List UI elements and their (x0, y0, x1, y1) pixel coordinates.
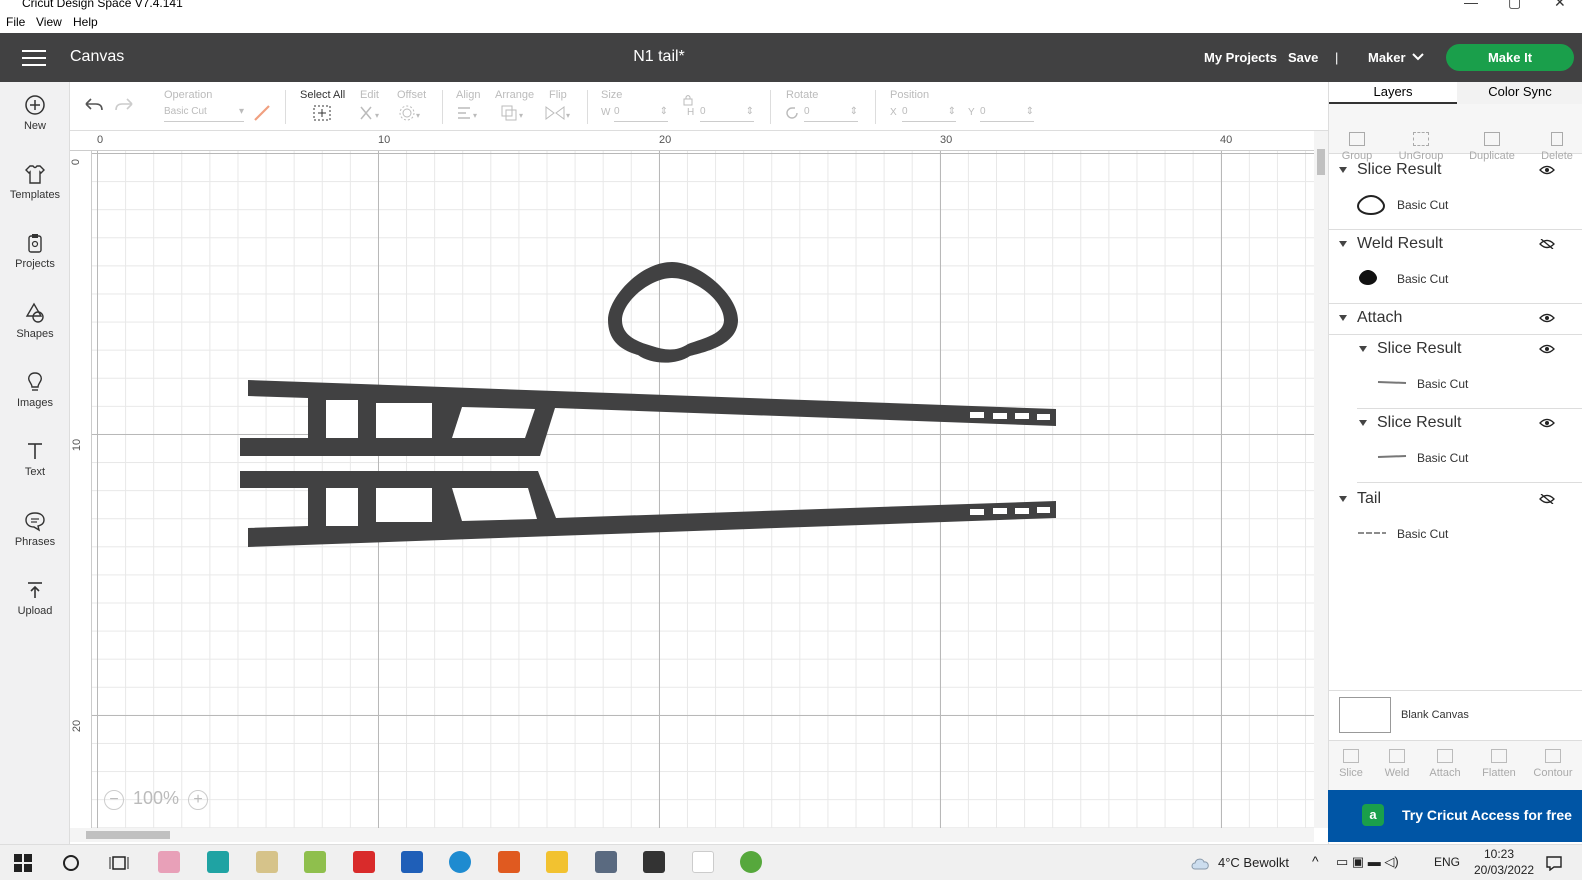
blank-canvas-thumbnail (1339, 697, 1391, 733)
header-divider: | (1335, 50, 1339, 65)
eye-icon[interactable] (1539, 344, 1555, 354)
language-indicator[interactable]: ENG (1434, 855, 1460, 869)
collapse-caret-icon[interactable] (1339, 241, 1347, 247)
clock-date[interactable]: 20/03/2022 (1474, 863, 1534, 877)
edge-icon[interactable] (449, 851, 471, 873)
windows-taskbar: 4°C Bewolkt ^ ▭ ▣ ▬ ◁) ENG 10:23 20/03/2… (0, 844, 1582, 880)
layer-slice-result-nested[interactable]: Slice Result Basic Cut (1357, 335, 1582, 409)
chevron-down-icon[interactable] (1412, 53, 1424, 61)
layer-weld-result[interactable]: Weld Result Basic Cut (1329, 230, 1582, 304)
collapse-caret-icon[interactable] (1339, 167, 1347, 173)
eye-icon[interactable] (1539, 165, 1555, 175)
zoom-in-button[interactable]: + (188, 790, 209, 810)
attach-button[interactable]: Attach (1417, 749, 1473, 779)
cricut-app-icon[interactable] (692, 851, 714, 873)
app-icon[interactable] (304, 851, 326, 873)
store-icon[interactable] (401, 851, 423, 873)
cricut-access-banner[interactable]: a Try Cricut Access for free (1328, 790, 1582, 842)
layer-tail[interactable]: Tail Basic Cut (1329, 485, 1582, 559)
layer-operation: Basic Cut (1397, 527, 1449, 541)
layer-operation: Basic Cut (1417, 377, 1469, 391)
canvas-background-row[interactable]: Blank Canvas (1329, 690, 1582, 740)
close-icon[interactable]: ✕ (1554, 0, 1566, 11)
layer-slice-result[interactable]: Slice Result Basic Cut (1329, 156, 1582, 230)
layer-title: Slice Result (1377, 414, 1462, 431)
layer-thumbnail-icon (1358, 532, 1386, 534)
layer-operation: Basic Cut (1417, 451, 1469, 465)
access-banner-text: Try Cricut Access for free (1402, 807, 1572, 823)
layer-title: Attach (1357, 309, 1403, 326)
app-icon[interactable] (643, 851, 665, 873)
search-icon[interactable] (62, 854, 80, 872)
layer-operation: Basic Cut (1397, 272, 1449, 286)
tail-shape-upper[interactable] (240, 380, 1056, 456)
flatten-label: Flatten (1482, 767, 1516, 779)
layer-thumbnail-icon (1377, 381, 1407, 384)
eye-icon[interactable] (1539, 418, 1555, 428)
layer-title: Weld Result (1357, 235, 1443, 252)
minimize-icon[interactable]: — (1464, 0, 1478, 10)
slice-label: Slice (1339, 767, 1363, 779)
zoom-control: − 100% + (104, 788, 209, 812)
windows-start-icon[interactable] (14, 854, 32, 872)
vertical-scrollbar[interactable] (1314, 131, 1328, 828)
cricut-access-logo-icon: a (1362, 804, 1384, 826)
machine-selector[interactable]: Maker (1368, 50, 1406, 65)
eye-icon[interactable] (1539, 313, 1555, 323)
office-icon[interactable] (498, 851, 520, 873)
layer-title: Tail (1357, 490, 1382, 507)
layers-toolbar: Group UnGroup Duplicate Delete (1329, 104, 1582, 162)
layer-attach-group[interactable]: Attach (1329, 304, 1582, 334)
blank-canvas-label: Blank Canvas (1401, 709, 1469, 721)
acrobat-icon[interactable] (353, 851, 375, 873)
canvas-shapes (240, 262, 1056, 547)
layers-bottom-toolbar: Slice Weld Attach Flatten Contour (1329, 740, 1582, 790)
clock-time[interactable]: 10:23 (1484, 847, 1514, 861)
zoom-out-button[interactable]: − (104, 790, 124, 810)
tray-chevron-icon[interactable]: ^ (1312, 853, 1319, 869)
tab-layers[interactable]: Layers (1329, 82, 1457, 104)
app-icon[interactable] (595, 851, 617, 873)
attach-label: Attach (1429, 767, 1461, 779)
contour-button[interactable]: Contour (1525, 749, 1581, 779)
tail-shape-lower[interactable] (240, 471, 1056, 547)
layers-panel: Layers Color Sync Group UnGroup Duplicat… (1328, 82, 1582, 844)
app-f-icon[interactable] (207, 851, 229, 873)
layer-slice-result-nested[interactable]: Slice Result Basic Cut (1357, 409, 1582, 483)
collapse-caret-icon[interactable] (1359, 346, 1367, 352)
layer-thumbnail-icon (1377, 455, 1407, 458)
task-view-icon[interactable] (109, 854, 129, 872)
slice-result-shape[interactable] (608, 262, 738, 363)
zoom-level: 100% (133, 788, 180, 808)
layer-operation: Basic Cut (1397, 198, 1449, 212)
contour-label: Contour (1533, 767, 1573, 779)
eye-hidden-icon[interactable] (1539, 494, 1555, 504)
paint-app-icon[interactable] (158, 851, 180, 873)
notification-icon[interactable] (1546, 855, 1562, 871)
file-explorer-icon[interactable] (546, 851, 568, 873)
layer-title: Slice Result (1357, 161, 1442, 178)
layer-thumbnail-icon (1359, 270, 1377, 285)
palette-app-icon[interactable] (256, 851, 278, 873)
layer-title: Slice Result (1377, 340, 1462, 357)
weather-text: 4°C Bewolkt (1218, 855, 1289, 870)
tab-color-sync[interactable]: Color Sync (1457, 82, 1582, 104)
flatten-button[interactable]: Flatten (1471, 749, 1527, 779)
weld-label: Weld (1384, 767, 1410, 779)
collapse-caret-icon[interactable] (1339, 496, 1347, 502)
tray-icons[interactable]: ▭ ▣ ▬ ◁) (1336, 854, 1399, 870)
utorrent-icon[interactable] (740, 851, 762, 873)
collapse-caret-icon[interactable] (1339, 315, 1347, 321)
layer-thumbnail-icon (1357, 194, 1385, 216)
horizontal-scrollbar[interactable] (70, 828, 1314, 842)
eye-hidden-icon[interactable] (1539, 239, 1555, 249)
make-it-button[interactable]: Make It (1446, 44, 1574, 71)
collapse-caret-icon[interactable] (1359, 420, 1367, 426)
weather-cloud-icon (1191, 858, 1209, 870)
maximize-icon[interactable]: ▢ (1508, 0, 1521, 11)
